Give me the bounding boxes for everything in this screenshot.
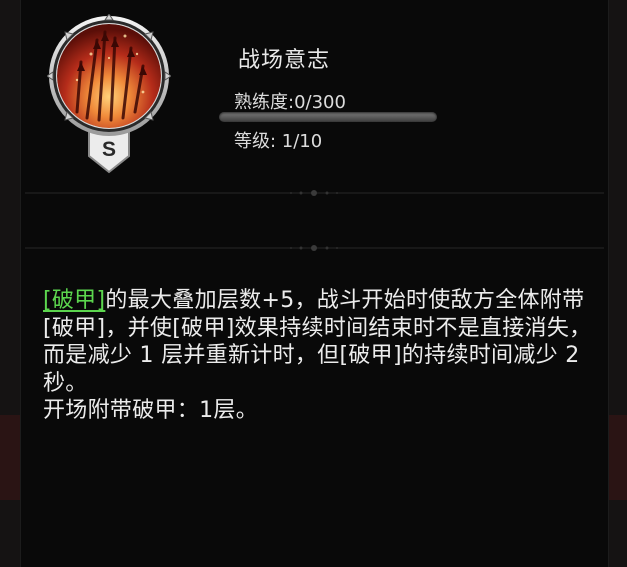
skill-tooltip-panel: S 战场意志 熟练度:0/300 等级: 1/10 [破甲]的最大叠加层数+5，…	[20, 0, 609, 567]
right-backdrop-accent	[607, 415, 627, 500]
left-backdrop-accent	[0, 415, 20, 500]
ornament-divider-bottom	[25, 245, 604, 251]
skill-name: 战场意志	[238, 48, 331, 73]
proficiency-bar	[219, 112, 437, 122]
skill-description: [破甲]的最大叠加层数+5，战斗开始时使敌方全体附带[破甲]，并使[破甲]效果持…	[43, 287, 603, 425]
description-main: [破甲]的最大叠加层数+5，战斗开始时使敌方全体附带[破甲]，并使[破甲]效果持…	[43, 287, 603, 397]
grade-label: S	[101, 138, 116, 161]
ornament-divider-top	[25, 190, 604, 196]
proficiency-label: 熟练度:0/300	[234, 92, 346, 113]
left-backdrop	[0, 0, 20, 567]
description-body: 的最大叠加层数+5，战斗开始时使敌方全体附带[破甲]，并使[破甲]效果持续时间结…	[43, 288, 592, 396]
description-extra: 开场附带破甲：1层。	[43, 398, 258, 423]
right-backdrop	[607, 0, 627, 567]
keyword-armor-break[interactable]: [破甲]	[43, 288, 105, 313]
level-label: 等级: 1/10	[234, 131, 323, 152]
skill-emblem: S	[46, 13, 172, 174]
